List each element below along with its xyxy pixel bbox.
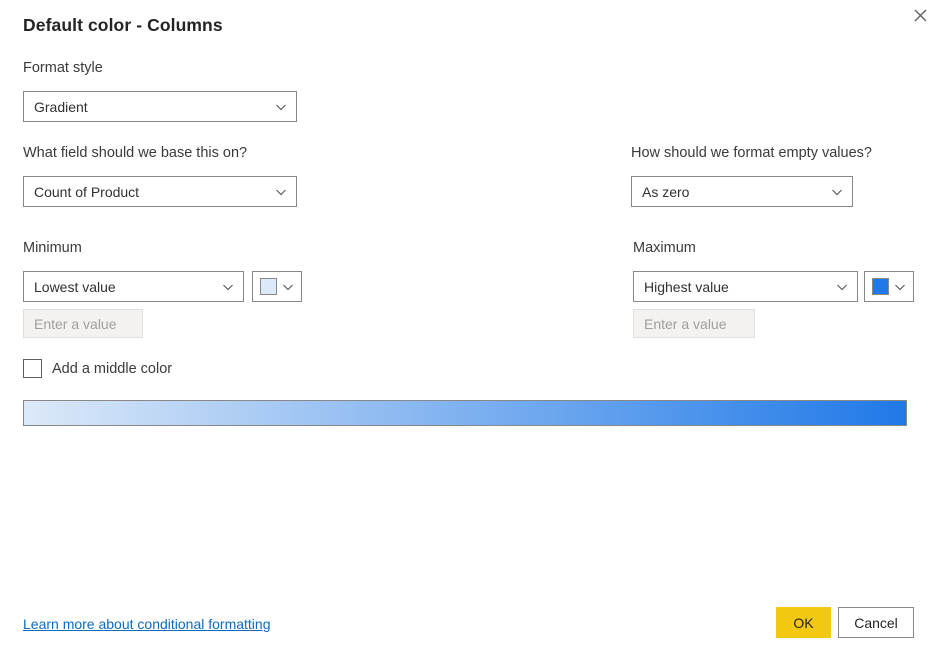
chevron-down-icon bbox=[274, 100, 288, 114]
empty-values-dropdown[interactable]: As zero bbox=[631, 176, 853, 207]
minimum-type-value: Lowest value bbox=[34, 279, 221, 295]
chevron-down-icon bbox=[274, 185, 288, 199]
dialog-title: Default color - Columns bbox=[23, 15, 223, 36]
checkbox-box-icon bbox=[23, 359, 42, 378]
format-style-value: Gradient bbox=[34, 99, 274, 115]
learn-more-link[interactable]: Learn more about conditional formatting bbox=[23, 616, 270, 632]
cancel-button[interactable]: Cancel bbox=[838, 607, 914, 638]
empty-values-label: How should we format empty values? bbox=[631, 145, 872, 161]
chevron-down-icon bbox=[835, 280, 849, 294]
base-field-dropdown[interactable]: Count of Product bbox=[23, 176, 297, 207]
minimum-label: Minimum bbox=[23, 240, 82, 256]
format-style-label: Format style bbox=[23, 60, 103, 76]
chevron-down-icon bbox=[893, 280, 907, 294]
ok-button[interactable]: OK bbox=[776, 607, 831, 638]
minimum-color-swatch bbox=[260, 278, 277, 295]
format-style-dropdown[interactable]: Gradient bbox=[23, 91, 297, 122]
base-field-value: Count of Product bbox=[34, 184, 274, 200]
add-middle-color-checkbox[interactable]: Add a middle color bbox=[23, 359, 172, 378]
maximum-type-value: Highest value bbox=[644, 279, 835, 295]
chevron-down-icon bbox=[221, 280, 235, 294]
maximum-label: Maximum bbox=[633, 240, 696, 256]
maximum-value-input[interactable]: Enter a value bbox=[633, 309, 755, 338]
close-dialog-button[interactable] bbox=[903, 0, 938, 30]
minimum-color-picker-button[interactable] bbox=[252, 271, 302, 302]
maximum-color-picker-button[interactable] bbox=[864, 271, 914, 302]
empty-values-value: As zero bbox=[642, 184, 830, 200]
chevron-down-icon bbox=[830, 185, 844, 199]
base-field-label: What field should we base this on? bbox=[23, 145, 247, 161]
chevron-down-icon bbox=[281, 280, 295, 294]
minimum-value-input[interactable]: Enter a value bbox=[23, 309, 143, 338]
minimum-type-dropdown[interactable]: Lowest value bbox=[23, 271, 244, 302]
close-icon bbox=[914, 9, 927, 22]
gradient-preview-bar bbox=[23, 400, 907, 426]
maximum-type-dropdown[interactable]: Highest value bbox=[633, 271, 858, 302]
maximum-color-swatch bbox=[872, 278, 889, 295]
add-middle-color-label: Add a middle color bbox=[52, 361, 172, 377]
